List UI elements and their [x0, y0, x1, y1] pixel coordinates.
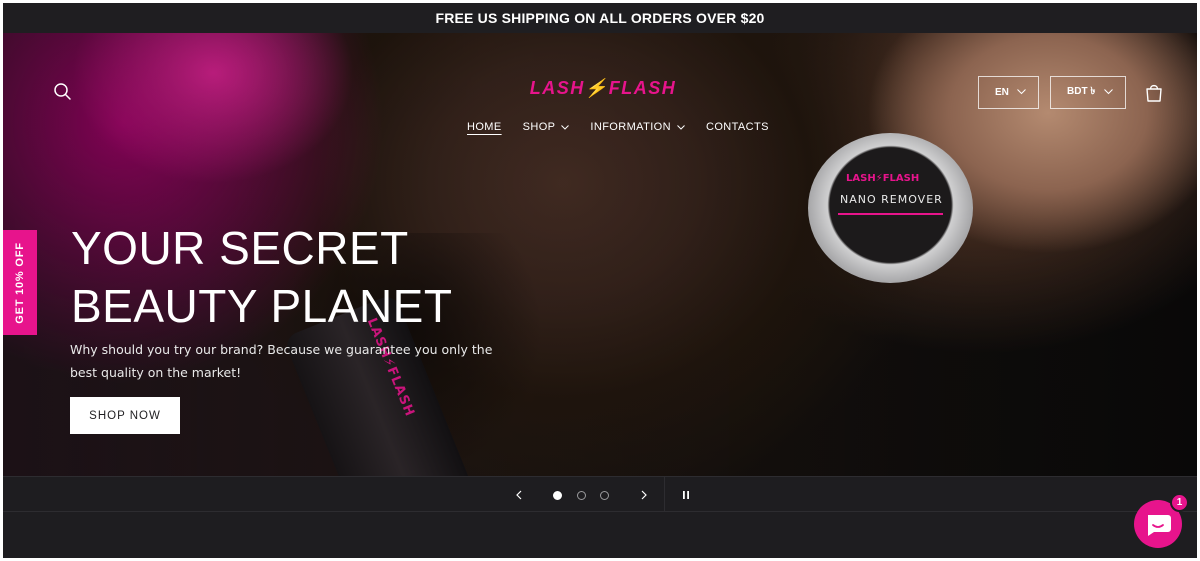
nav-item-home[interactable]: HOME — [458, 117, 514, 137]
hero-slide: LASH⚡FLASH NANO REMOVER LASH⚡FLASH LASH⚡… — [3, 33, 1197, 476]
brand-logo[interactable]: LASH⚡FLASH — [528, 78, 678, 102]
hero-title: YOUR SECRET BEAUTY PLANET — [71, 219, 541, 335]
announcement-text: FREE US SHIPPING ON ALL ORDERS OVER $20 — [435, 10, 765, 26]
slide-dot-3[interactable] — [600, 491, 609, 500]
jar-brand-text: LASH⚡FLASH — [846, 173, 920, 184]
nav-item-information[interactable]: INFORMATION — [581, 117, 697, 137]
search-icon — [54, 83, 71, 100]
pause-icon — [683, 491, 689, 499]
cart-button[interactable] — [1140, 79, 1168, 107]
controls-divider — [664, 477, 665, 512]
chevron-down-icon — [1104, 89, 1113, 95]
nav-item-label: CONTACTS — [705, 121, 769, 133]
language-selector[interactable]: EN — [978, 76, 1039, 109]
announcement-bar: FREE US SHIPPING ON ALL ORDERS OVER $20 — [3, 3, 1197, 33]
jar-divider — [838, 213, 943, 215]
nav-item-contacts[interactable]: CONTACTS — [697, 117, 781, 137]
cart-icon — [1146, 84, 1162, 102]
previous-slide-button[interactable] — [509, 485, 529, 505]
product-jar-image: LASH⚡FLASH NANO REMOVER — [808, 133, 973, 283]
chat-notification-badge: 1 — [1170, 493, 1189, 512]
nav-item-shop[interactable]: SHOP — [514, 117, 582, 137]
jar-product-name: NANO REMOVER — [840, 193, 943, 206]
nav-item-label: HOME — [467, 121, 502, 133]
nav-item-label: INFORMATION — [590, 121, 671, 133]
nav-item-label: SHOP — [522, 121, 556, 133]
hero-description: Why should you try our brand? Because we… — [70, 342, 493, 380]
page-frame: FREE US SHIPPING ON ALL ORDERS OVER $20 … — [3, 3, 1197, 558]
main-nav: HOME SHOP INFORMATION CONTACTS — [458, 117, 781, 137]
chevron-left-icon — [516, 490, 522, 500]
discount-tab[interactable]: GET 10% OFF — [3, 230, 37, 335]
discount-tab-label: GET 10% OFF — [14, 241, 26, 324]
pause-slideshow-button[interactable] — [676, 485, 696, 505]
hero-title-line: YOUR SECRET — [71, 222, 409, 274]
currency-selector[interactable]: BDT ৳ — [1050, 76, 1126, 109]
chevron-down-icon — [561, 124, 570, 130]
next-slide-button[interactable] — [634, 485, 654, 505]
search-button[interactable] — [49, 78, 77, 106]
chevron-right-icon — [641, 490, 647, 500]
chevron-down-icon — [1017, 89, 1026, 95]
language-value: EN — [995, 87, 1009, 98]
hero-title-line: BEAUTY PLANET — [71, 280, 453, 332]
slide-dot-1[interactable] — [553, 491, 562, 500]
chevron-down-icon — [677, 124, 685, 130]
currency-value: BDT ৳ — [1067, 86, 1096, 97]
slideshow-controls — [3, 476, 1197, 512]
slide-dot-2[interactable] — [577, 491, 586, 500]
shop-now-button[interactable]: SHOP NOW — [70, 397, 180, 434]
